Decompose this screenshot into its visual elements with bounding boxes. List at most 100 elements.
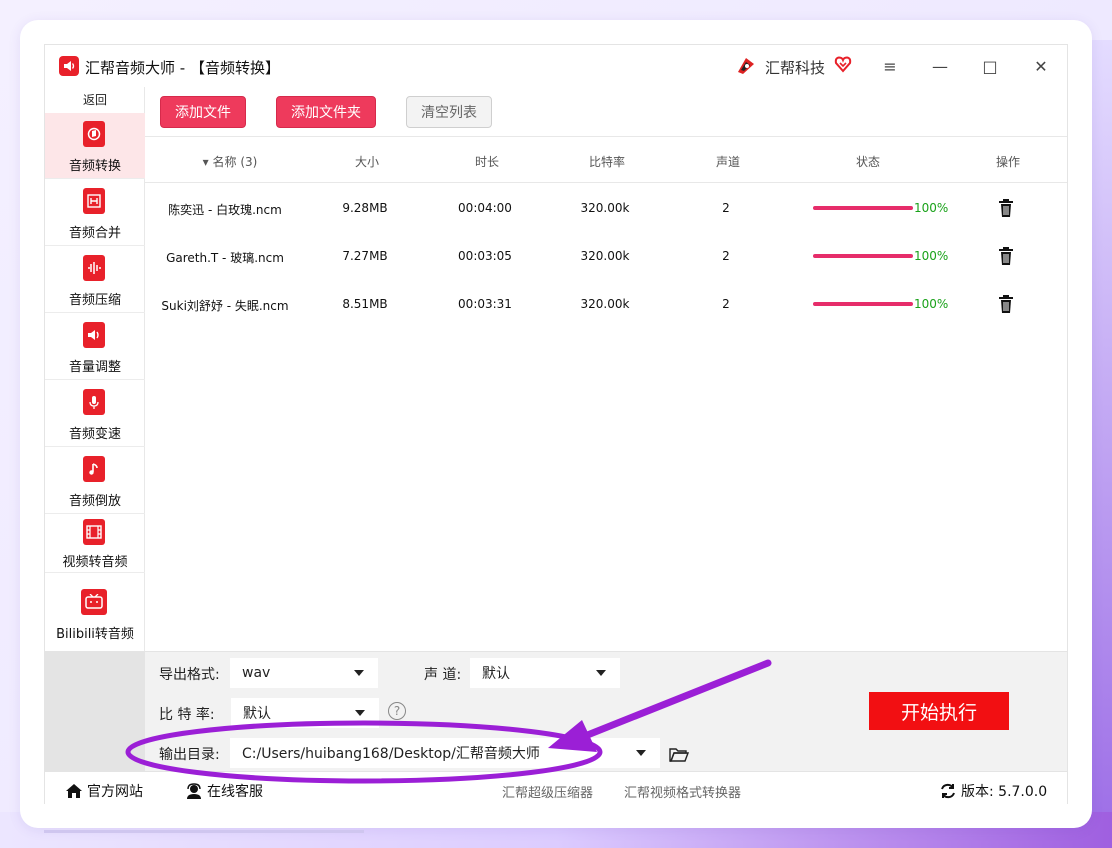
- bitrate-value: 默认: [243, 706, 271, 722]
- sidebar-item-speed[interactable]: 音频变速: [45, 381, 145, 447]
- super-compressor-link[interactable]: 汇帮超级压缩器: [502, 782, 593, 801]
- column-bitrate: 比特率: [588, 155, 625, 169]
- official-website-link[interactable]: 官方网站: [65, 781, 143, 801]
- close-icon[interactable]: ✕: [1028, 54, 1054, 78]
- file-channels: 2: [722, 297, 730, 311]
- music-note-icon: [83, 456, 105, 482]
- file-size: 8.51MB: [342, 297, 388, 311]
- table-row[interactable]: Gareth.T - 玻璃.ncm 7.27MB 00:03:05 320.00…: [145, 232, 1067, 280]
- trash-icon[interactable]: [997, 294, 1015, 314]
- background-divider: [44, 830, 364, 833]
- file-bitrate: 320.00k: [580, 297, 630, 311]
- sidebar-item-audio-compress[interactable]: 音频压缩: [45, 247, 145, 313]
- progress-percent: 100%: [914, 297, 949, 311]
- column-size: 大小: [354, 155, 379, 169]
- table-row[interactable]: Suki刘舒妤 - 失眠.ncm 8.51MB 00:03:31 320.00k…: [145, 280, 1067, 328]
- help-icon[interactable]: ?: [388, 702, 406, 720]
- chevron-down-icon: [596, 670, 606, 676]
- title-bar: 汇帮音频大师 - 【音频转换】 汇帮科技 ≡ — □ ✕: [45, 45, 1067, 87]
- audio-convert-icon: [83, 121, 105, 147]
- column-name[interactable]: ▾ 名称 (3): [185, 153, 275, 170]
- add-file-button[interactable]: 添加文件: [160, 96, 246, 128]
- sidebar-item-label: 音频倒放: [68, 494, 121, 509]
- clear-list-button[interactable]: 清空列表: [406, 96, 492, 128]
- file-duration: 00:03:31: [458, 297, 512, 311]
- chevron-down-icon: [355, 710, 365, 716]
- trash-icon[interactable]: [997, 198, 1015, 218]
- sidebar-item-label: 音频变速: [68, 427, 121, 442]
- heart-icon[interactable]: [834, 55, 852, 73]
- brand-logo-icon: [738, 58, 754, 74]
- sidebar-item-label: Bilibili转音频: [56, 627, 134, 642]
- sidebar-item-video-to-audio[interactable]: 视频转音频: [45, 515, 145, 573]
- trash-icon[interactable]: [997, 246, 1015, 266]
- minimize-icon[interactable]: —: [927, 54, 953, 78]
- settings-spacer: [45, 652, 145, 772]
- file-bitrate: 320.00k: [580, 249, 630, 263]
- channel-label: 声 道:: [424, 667, 462, 683]
- file-channels: 2: [722, 249, 730, 263]
- home-icon: [66, 784, 82, 798]
- format-value: wav: [242, 665, 271, 681]
- channel-value: 默认: [482, 666, 510, 682]
- format-select[interactable]: wav: [230, 658, 378, 688]
- tv-icon: [81, 589, 107, 615]
- sidebar-item-label: 视频转音频: [62, 555, 128, 570]
- bitrate-select[interactable]: 默认: [231, 698, 379, 728]
- format-label: 导出格式:: [159, 667, 220, 683]
- column-status: 状态: [855, 155, 880, 169]
- sidebar-item-volume[interactable]: 音量调整: [45, 314, 145, 380]
- volume-icon: [83, 322, 105, 348]
- sidebar-item-audio-merge[interactable]: 音频合并: [45, 180, 145, 246]
- menu-icon[interactable]: ≡: [877, 54, 903, 78]
- progress-bar: [813, 206, 913, 210]
- file-size: 7.27MB: [342, 249, 388, 263]
- file-duration: 00:04:00: [458, 201, 512, 215]
- table-row[interactable]: 陈奕迅 - 白玫瑰.ncm 9.28MB 00:04:00 320.00k 2 …: [145, 184, 1067, 232]
- sidebar-item-label: 音频转换: [68, 159, 121, 174]
- sidebar-item-label: 音量调整: [68, 360, 121, 375]
- back-button[interactable]: 返回: [45, 91, 145, 108]
- file-channels: 2: [722, 201, 730, 215]
- chevron-down-icon: [354, 670, 364, 676]
- support-icon: [187, 783, 201, 799]
- start-button[interactable]: 开始执行: [869, 692, 1009, 730]
- microphone-icon: [83, 389, 105, 415]
- toolbar: 添加文件 添加文件夹 清空列表: [145, 87, 1067, 137]
- bitrate-label: 比 特 率:: [159, 707, 215, 723]
- sidebar-item-label: 音频合并: [68, 226, 121, 241]
- column-duration: 时长: [474, 155, 499, 169]
- file-name: Gareth.T - 玻璃.ncm: [166, 251, 284, 265]
- file-size: 9.28MB: [342, 201, 388, 215]
- sidebar-item-label: 音频压缩: [68, 293, 121, 308]
- official-website-label: 官方网站: [87, 784, 143, 800]
- app-window: 汇帮音频大师 - 【音频转换】 汇帮科技 ≡ — □ ✕ 返回 音频转换 音频合…: [44, 44, 1068, 805]
- folder-open-icon[interactable]: [669, 746, 689, 764]
- output-dir-value: C:/Users/huibang168/Desktop/汇帮音频大师: [242, 746, 540, 762]
- brand-name: 汇帮科技: [765, 59, 826, 77]
- progress-bar: [813, 254, 913, 258]
- window-title: 汇帮音频大师 - 【音频转换】: [85, 59, 280, 77]
- film-icon: [83, 519, 105, 545]
- channel-select[interactable]: 默认: [470, 658, 620, 688]
- file-duration: 00:03:05: [458, 249, 512, 263]
- add-folder-button[interactable]: 添加文件夹: [276, 96, 376, 128]
- output-dir-label: 输出目录:: [159, 747, 220, 763]
- maximize-icon[interactable]: □: [977, 54, 1003, 78]
- version-label: 版本: 5.7.0.0: [961, 784, 1048, 800]
- file-name: Suki刘舒妤 - 失眠.ncm: [161, 299, 289, 313]
- column-action: 操作: [995, 155, 1020, 169]
- output-dir-select[interactable]: C:/Users/huibang168/Desktop/汇帮音频大师: [230, 738, 660, 768]
- online-support-link[interactable]: 在线客服: [185, 781, 263, 801]
- sidebar-item-reverse[interactable]: 音频倒放: [45, 448, 145, 514]
- video-converter-link[interactable]: 汇帮视频格式转换器: [624, 782, 741, 801]
- file-name: 陈奕迅 - 白玫瑰.ncm: [168, 203, 282, 217]
- audio-compress-icon: [83, 255, 105, 281]
- file-bitrate: 320.00k: [580, 201, 630, 215]
- version-info[interactable]: 版本: 5.7.0.0: [939, 781, 1047, 801]
- refresh-icon: [941, 783, 955, 799]
- file-table-header: ▾ 名称 (3) 大小 时长 比特率 声道 状态 操作: [145, 138, 1067, 183]
- sidebar-item-bilibili[interactable]: Bilibili转音频: [45, 581, 145, 647]
- sidebar-item-audio-convert[interactable]: 音频转换: [45, 113, 145, 179]
- chevron-down-icon: [636, 750, 646, 756]
